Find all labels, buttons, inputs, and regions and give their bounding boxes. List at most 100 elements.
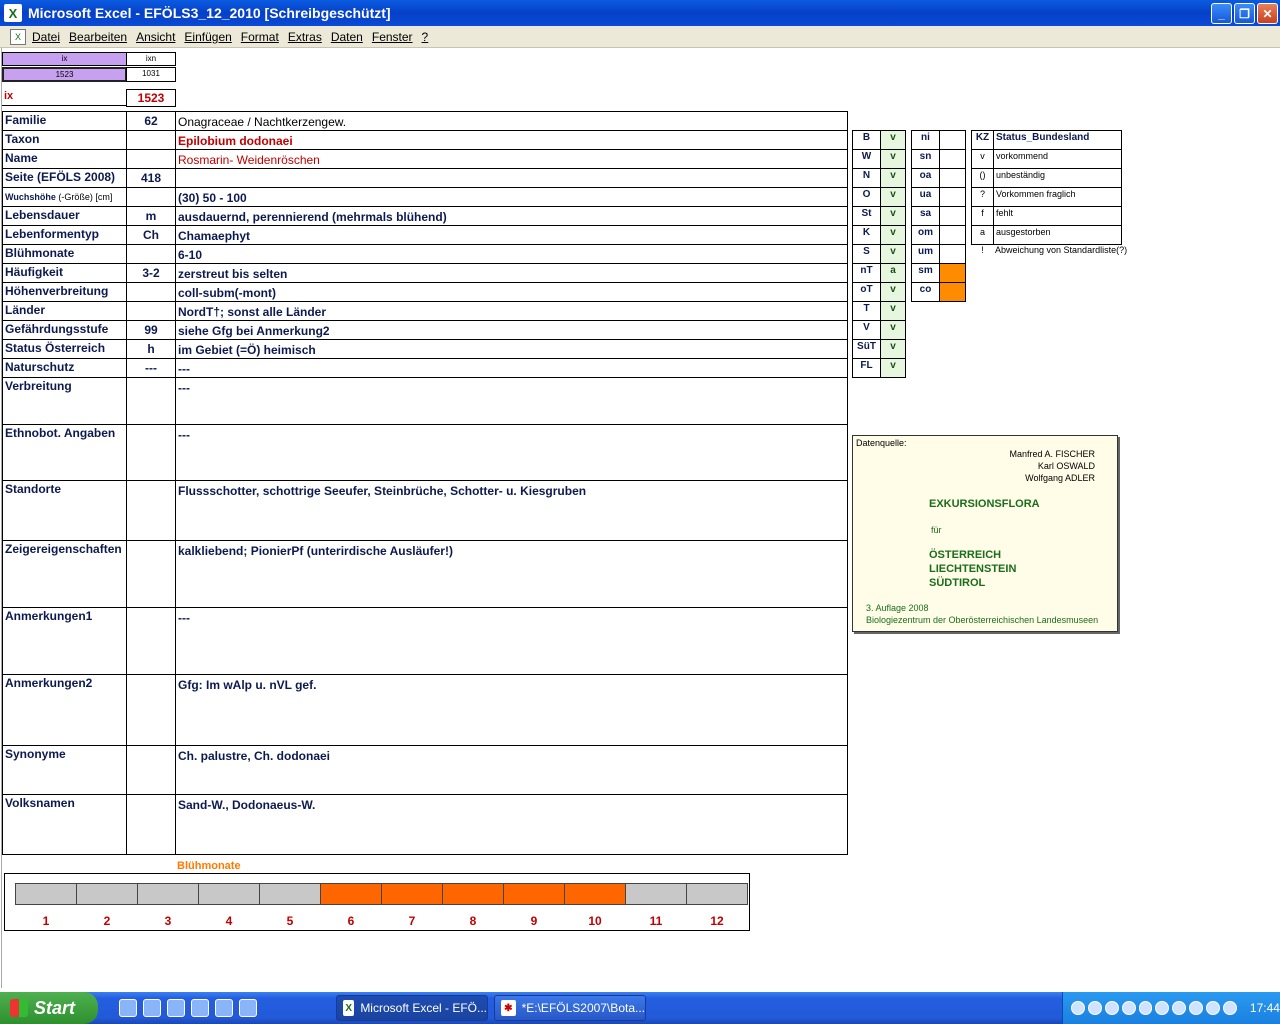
row-label[interactable]: Standorte (2, 480, 127, 541)
row-code[interactable]: m (126, 206, 176, 226)
state-key[interactable]: K (852, 225, 881, 245)
altitude-key[interactable]: ua (911, 187, 940, 207)
row-label[interactable]: Anmerkungen1 (2, 607, 127, 675)
quicklaunch-ie-icon[interactable] (191, 999, 209, 1017)
row-code[interactable] (126, 377, 176, 425)
quicklaunch-media-icon[interactable] (167, 999, 185, 1017)
start-button[interactable]: Start (0, 992, 98, 1024)
row-label[interactable]: Familie (2, 111, 127, 131)
security-icon[interactable] (1121, 1001, 1136, 1015)
row-code[interactable]: 3-2 (126, 263, 176, 283)
state-value[interactable]: v (880, 130, 906, 150)
document-icon[interactable]: X (10, 28, 26, 45)
maximize-button[interactable]: ❐ (1234, 3, 1255, 24)
row-value[interactable]: Sand-W., Dodonaeus-W. (175, 794, 848, 855)
row-label[interactable]: Synonyme (2, 745, 127, 795)
row-code[interactable] (126, 674, 176, 746)
row-label[interactable]: Taxon (2, 130, 127, 150)
row-value[interactable]: ausdauernd, perennierend (mehrmals blühe… (175, 206, 848, 226)
info-icon[interactable] (1189, 1001, 1204, 1015)
volume-icon[interactable] (1206, 1001, 1221, 1015)
state-value[interactable]: v (880, 301, 906, 321)
row-code[interactable]: 62 (126, 111, 176, 131)
task-explorer[interactable]: ✱ *E:\EFÖLS2007\Bota... (494, 995, 646, 1021)
altitude-value[interactable] (939, 206, 966, 226)
menu-extras[interactable]: Extras (288, 30, 322, 44)
state-key[interactable]: T (852, 301, 881, 321)
quicklaunch-desktop-icon[interactable] (119, 999, 137, 1017)
state-value[interactable]: a (880, 263, 906, 283)
altitude-key[interactable]: sm (911, 263, 940, 283)
menu-fenster[interactable]: Fenster (372, 30, 413, 44)
state-value[interactable]: v (880, 206, 906, 226)
row-label[interactable]: Wuchshöhe (-Größe) [cm] (2, 187, 127, 207)
menu-daten[interactable]: Daten (331, 30, 363, 44)
task-excel[interactable]: X Microsoft Excel - EFÖ... (336, 995, 488, 1021)
state-key[interactable]: oT (852, 282, 881, 302)
row-value[interactable] (175, 168, 848, 188)
row-value[interactable]: --- (175, 377, 848, 425)
row-label[interactable]: Verbreitung (2, 377, 127, 425)
menu-einfuegen[interactable]: Einfügen (184, 30, 231, 44)
row-code[interactable] (126, 424, 176, 481)
menu-format[interactable]: Format (241, 30, 279, 44)
row-value[interactable]: Ch. palustre, Ch. dodonaei (175, 745, 848, 795)
row-code[interactable]: 418 (126, 168, 176, 188)
altitude-value[interactable] (939, 149, 966, 169)
row-code[interactable] (126, 745, 176, 795)
row-value[interactable]: 6-10 (175, 244, 848, 264)
altitude-key[interactable]: sn (911, 149, 940, 169)
quicklaunch-firefox-icon[interactable] (239, 999, 257, 1017)
row-value[interactable]: --- (175, 358, 848, 378)
altitude-value[interactable] (939, 187, 966, 207)
altitude-key[interactable]: sa (911, 206, 940, 226)
altitude-key[interactable]: co (911, 282, 940, 302)
state-key[interactable]: O (852, 187, 881, 207)
menu-datei[interactable]: Datei (32, 30, 60, 44)
excel-app-icon[interactable]: X (4, 4, 22, 22)
row-label[interactable]: Blühmonate (2, 244, 127, 264)
state-key[interactable]: S (852, 244, 881, 264)
row-label[interactable]: Lebenformentyp (2, 225, 127, 245)
state-key[interactable]: V (852, 320, 881, 340)
row-label[interactable]: Häufigkeit (2, 263, 127, 283)
state-value[interactable]: v (880, 339, 906, 359)
state-value[interactable]: v (880, 168, 906, 188)
state-key[interactable]: nT (852, 263, 881, 283)
row-label[interactable]: Volksnamen (2, 794, 127, 855)
menu-help[interactable]: ? (422, 30, 429, 44)
row-label[interactable]: Status Österreich (2, 339, 127, 359)
row-label[interactable]: Länder (2, 301, 127, 321)
row-code[interactable] (126, 187, 176, 207)
ixn-value[interactable]: 1031 (126, 67, 176, 82)
network-icon[interactable] (1071, 1001, 1085, 1015)
altitude-value[interactable] (939, 263, 966, 283)
altitude-key[interactable]: ni (911, 130, 940, 150)
state-key[interactable]: W (852, 149, 881, 169)
altitude-key[interactable]: oa (911, 168, 940, 188)
row-code[interactable]: --- (126, 358, 176, 378)
row-code[interactable]: Ch (126, 225, 176, 245)
row-value[interactable]: kalkliebend; PionierPf (unterirdische Au… (175, 540, 848, 608)
ix-value[interactable]: 1523 (2, 67, 127, 82)
row-code[interactable] (126, 540, 176, 608)
altitude-key[interactable]: um (911, 244, 940, 264)
state-value[interactable]: v (880, 149, 906, 169)
row-value[interactable]: Epilobium dodonaei (175, 130, 848, 150)
row-label[interactable]: Name (2, 149, 127, 169)
close-button[interactable]: ✕ (1257, 3, 1278, 24)
row-value[interactable]: siehe Gfg bei Anmerkung2 (175, 320, 848, 340)
menu-ansicht[interactable]: Ansicht (136, 30, 175, 44)
altitude-value[interactable] (939, 282, 966, 302)
row-value[interactable]: Gfg: Im wAlp u. nVL gef. (175, 674, 848, 746)
row-code[interactable] (126, 130, 176, 150)
worksheet[interactable]: ix ixn 1523 1031 ix 1523 Familie 62 Onagra… (0, 48, 1280, 992)
sync-icon[interactable] (1155, 1001, 1170, 1015)
tool-icon[interactable] (1223, 1001, 1237, 1015)
row-code[interactable] (126, 794, 176, 855)
row-value[interactable]: coll-subm(-mont) (175, 282, 848, 302)
row-code[interactable]: h (126, 339, 176, 359)
row-value[interactable]: im Gebiet (=Ö) heimisch (175, 339, 848, 359)
altitude-value[interactable] (939, 225, 966, 245)
row-label[interactable]: Lebensdauer (2, 206, 127, 226)
